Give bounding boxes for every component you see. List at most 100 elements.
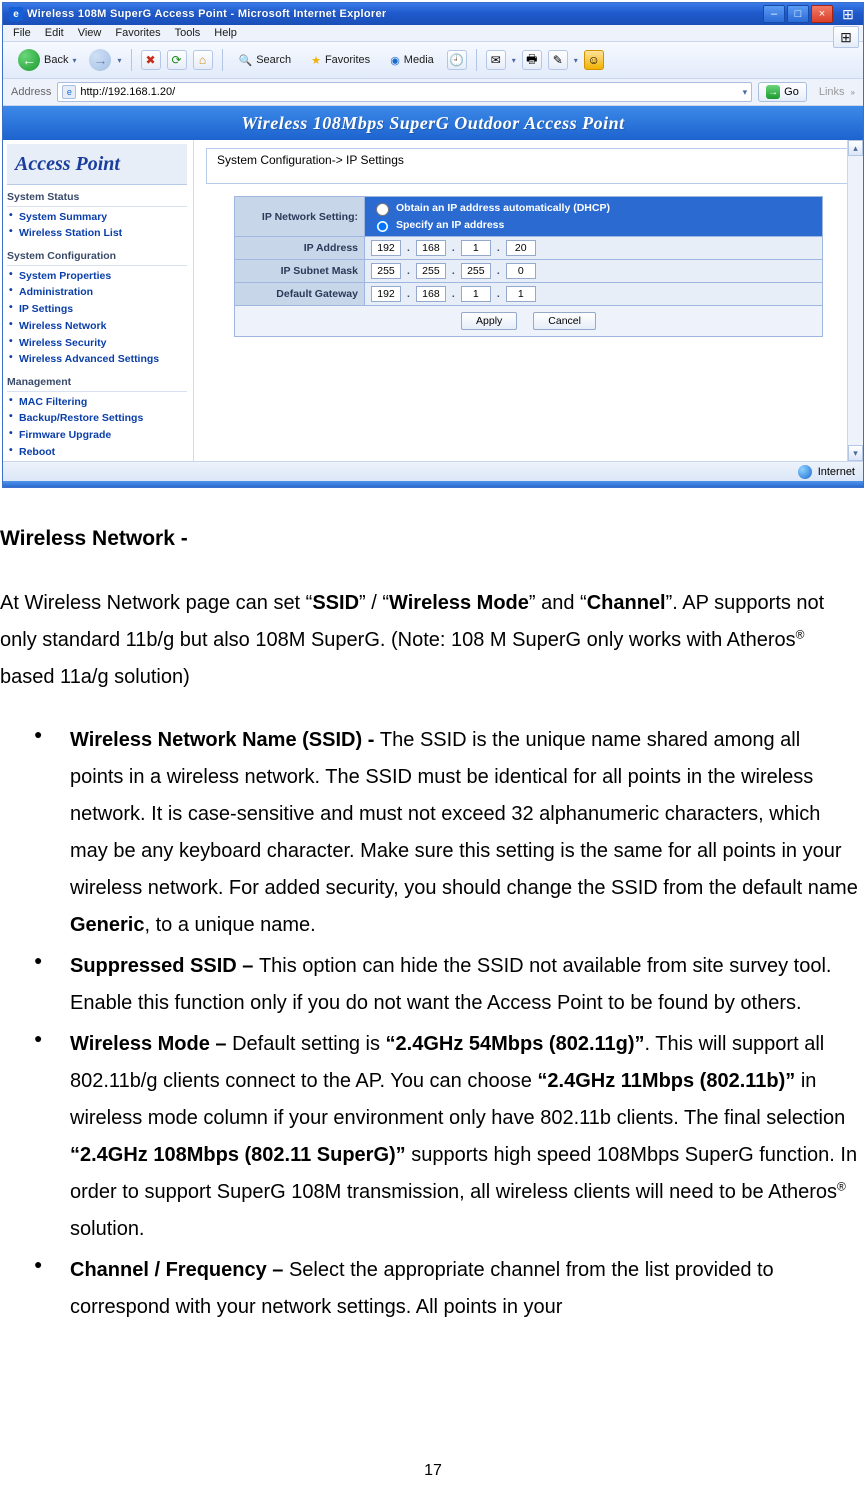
menu-help[interactable]: Help	[214, 27, 237, 39]
back-label: Back	[44, 54, 68, 66]
home-button[interactable]: ⌂	[193, 50, 213, 70]
nav-backup-restore[interactable]: Backup/Restore Settings	[19, 410, 187, 427]
windows-flag-icon: ⊞	[837, 5, 859, 23]
close-button[interactable]: ×	[811, 5, 833, 23]
mask-oct4[interactable]	[506, 263, 536, 279]
favorites-label: Favorites	[325, 54, 370, 66]
internet-zone-label: Internet	[818, 466, 855, 478]
vertical-scrollbar[interactable]: ▴ ▾	[847, 140, 863, 461]
nav-system-properties[interactable]: System Properties	[19, 268, 187, 285]
messenger-button[interactable]: ☺	[584, 50, 604, 70]
nav-administration[interactable]: Administration	[19, 284, 187, 301]
media-button[interactable]: ◉ Media	[383, 51, 441, 70]
radio-static[interactable]: Specify an IP address	[371, 217, 504, 233]
nav-header-config: System Configuration	[7, 246, 187, 266]
bullet-channel-frequency: Channel / Frequency – Select the appropr…	[70, 1252, 858, 1326]
back-button[interactable]: ← Back ▾	[11, 46, 83, 74]
window-title: Wireless 108M SuperG Access Point - Micr…	[27, 8, 763, 20]
apply-button[interactable]: Apply	[461, 312, 517, 330]
gw-oct1[interactable]	[371, 286, 401, 302]
bullet-ssid: Wireless Network Name (SSID) - The SSID …	[70, 722, 858, 944]
scroll-down-icon[interactable]: ▾	[848, 445, 863, 461]
nav-wireless-network[interactable]: Wireless Network	[19, 318, 187, 335]
menu-edit[interactable]: Edit	[45, 27, 64, 39]
menu-file[interactable]: File	[13, 27, 31, 39]
ip-oct2[interactable]	[416, 240, 446, 256]
page-number: 17	[0, 1462, 866, 1480]
ap-main: System Configuration-> IP Settings IP Ne…	[194, 140, 863, 461]
nav-mac-filtering[interactable]: MAC Filtering	[19, 394, 187, 411]
search-label: Search	[256, 54, 291, 66]
favorites-button[interactable]: ★ Favorites	[304, 51, 377, 70]
maximize-button[interactable]: □	[787, 5, 809, 23]
nav-wireless-advanced[interactable]: Wireless Advanced Settings	[19, 351, 187, 368]
label-subnet-mask: IP Subnet Mask	[235, 260, 365, 282]
mask-oct1[interactable]	[371, 263, 401, 279]
go-button[interactable]: → Go	[758, 82, 807, 102]
menu-view[interactable]: View	[78, 27, 102, 39]
ie-menubar: File Edit View Favorites Tools Help ⊞	[3, 25, 863, 42]
nav-reboot[interactable]: Reboot	[19, 444, 187, 461]
forward-drop-icon[interactable]: ▾	[117, 56, 121, 65]
minimize-button[interactable]: –	[763, 5, 785, 23]
mask-oct2[interactable]	[416, 263, 446, 279]
forward-button[interactable]: →	[89, 49, 111, 71]
section-heading: Wireless Network -	[0, 520, 858, 559]
cancel-button[interactable]: Cancel	[533, 312, 596, 330]
mail-button[interactable]: ✉	[486, 50, 506, 70]
mail-drop-icon[interactable]: ▾	[512, 56, 516, 65]
go-icon: →	[766, 85, 780, 99]
breadcrumb: System Configuration-> IP Settings	[206, 148, 851, 184]
nav-system-summary[interactable]: System Summary	[19, 209, 187, 226]
ip-oct3[interactable]	[461, 240, 491, 256]
nav-header-status: System Status	[7, 187, 187, 207]
radio-dhcp[interactable]: Obtain an IP address automatically (DHCP…	[371, 200, 610, 216]
print-button[interactable]: 🖶	[522, 50, 542, 70]
favorites-icon: ★	[311, 54, 321, 67]
label-ip-network-setting: IP Network Setting:	[235, 197, 365, 236]
search-icon: 🔍	[239, 54, 253, 67]
ie-statusbar: Internet	[3, 461, 863, 481]
gw-oct4[interactable]	[506, 286, 536, 302]
edit-drop-icon[interactable]: ▾	[574, 56, 578, 65]
ie-toolbar: ← Back ▾ → ▾ ✖ ⟳ ⌂ 🔍 Search ★ Favorites …	[3, 42, 863, 79]
edit-button[interactable]: ✎	[548, 50, 568, 70]
document-body: Wireless Network - At Wireless Network p…	[0, 488, 866, 1326]
menu-tools[interactable]: Tools	[175, 27, 201, 39]
breadcrumb-text: System Configuration-> IP Settings	[213, 152, 408, 168]
value-subnet-mask: . . .	[365, 260, 822, 282]
back-drop-icon[interactable]: ▾	[72, 56, 76, 65]
ap-banner-title: Wireless 108Mbps SuperG Outdoor Access P…	[3, 106, 863, 140]
mask-oct3[interactable]	[461, 263, 491, 279]
refresh-button[interactable]: ⟳	[167, 50, 187, 70]
address-input[interactable]: e http://192.168.1.20/ ▾	[57, 82, 752, 102]
gw-oct2[interactable]	[416, 286, 446, 302]
nav-wireless-station-list[interactable]: Wireless Station List	[19, 225, 187, 242]
address-value: http://192.168.1.20/	[80, 86, 738, 98]
ap-sidebar: Access Point System Status System Summar…	[3, 140, 193, 461]
value-ip-network-setting: Obtain an IP address automatically (DHCP…	[365, 197, 822, 236]
ie-titlebar: e Wireless 108M SuperG Access Point - Mi…	[3, 3, 863, 25]
ie-bottom-edge	[3, 481, 863, 487]
ip-settings-panel: IP Network Setting: Obtain an IP address…	[234, 196, 823, 337]
ip-oct4[interactable]	[506, 240, 536, 256]
history-button[interactable]: 🕘	[447, 50, 467, 70]
label-default-gateway: Default Gateway	[235, 283, 365, 305]
nav-firmware-upgrade[interactable]: Firmware Upgrade	[19, 427, 187, 444]
search-button[interactable]: 🔍 Search	[232, 51, 299, 70]
media-icon: ◉	[390, 54, 400, 67]
label-ip-address: IP Address	[235, 237, 365, 259]
address-drop-icon[interactable]: ▾	[743, 87, 748, 98]
scroll-up-icon[interactable]: ▴	[848, 140, 863, 156]
nav-wireless-security[interactable]: Wireless Security	[19, 335, 187, 352]
menu-favorites[interactable]: Favorites	[115, 27, 160, 39]
bullet-suppressed-ssid: Suppressed SSID – This option can hide t…	[70, 948, 858, 1022]
bullet-wireless-mode: Wireless Mode – Default setting is “2.4G…	[70, 1026, 858, 1248]
links-label[interactable]: Links	[819, 86, 845, 98]
nav-ip-settings[interactable]: IP Settings	[19, 301, 187, 318]
address-label: Address	[11, 86, 51, 98]
stop-button[interactable]: ✖	[141, 50, 161, 70]
gw-oct3[interactable]	[461, 286, 491, 302]
ip-oct1[interactable]	[371, 240, 401, 256]
value-default-gateway: . . .	[365, 283, 822, 305]
